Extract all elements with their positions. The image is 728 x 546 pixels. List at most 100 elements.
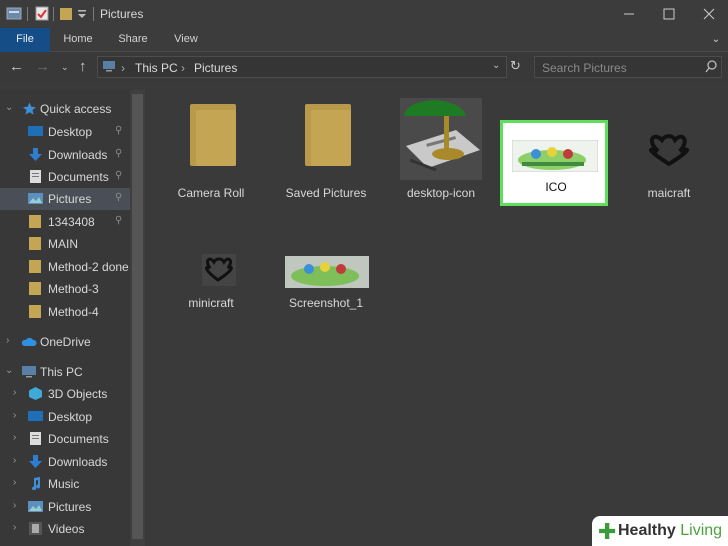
folder-front xyxy=(311,110,351,166)
star-icon xyxy=(22,102,37,115)
address-box[interactable]: › This PC › Pictures ⌄ xyxy=(97,56,507,78)
back-arrow-icon[interactable]: ← xyxy=(9,58,24,75)
scrollbar-thumb[interactable] xyxy=(132,94,143,539)
close-button[interactable] xyxy=(686,0,728,28)
file-item-saved-pictures[interactable]: Saved Pictures xyxy=(271,96,381,216)
nav-this-pc[interactable]: ⌄ This PC xyxy=(0,361,130,383)
file-name: ICO xyxy=(545,180,567,194)
up-arrow-icon[interactable]: ↑ xyxy=(79,58,87,75)
collapse-chevron-icon[interactable]: ⌄ xyxy=(5,102,13,113)
nav-label: Method-2 done xyxy=(48,260,129,274)
documents-icon xyxy=(28,170,43,183)
pin-icon: ⚲ xyxy=(115,148,123,159)
navigation-scrollbar[interactable] xyxy=(130,90,145,546)
navigation-pane: ⌄ Quick access Desktop ⚲ Downloads ⚲ Doc… xyxy=(0,90,146,546)
expand-ribbon-icon[interactable]: ⌄ xyxy=(706,28,726,52)
file-item-camera-roll[interactable]: Camera Roll xyxy=(156,96,266,216)
nav-label: Desktop xyxy=(48,125,93,139)
nav-label: MAIN xyxy=(48,237,78,251)
music-note-icon xyxy=(28,477,43,491)
folder-icon xyxy=(28,215,43,228)
file-item-screenshot-1[interactable]: Screenshot_1 xyxy=(271,206,381,326)
expand-chevron-icon[interactable]: › xyxy=(13,522,16,533)
nav-pc-downloads[interactable]: › Downloads xyxy=(0,451,130,473)
nav-label: Pictures xyxy=(48,192,92,206)
brand-name: Healthy Living xyxy=(618,522,722,540)
pictures-icon xyxy=(28,500,43,513)
heart-outline-image xyxy=(624,96,714,186)
nav-pc-music[interactable]: › Music xyxy=(0,473,130,495)
desktop-icon xyxy=(28,410,43,423)
nav-label: Method-4 xyxy=(48,305,99,319)
file-item-maicraft[interactable]: maicraft xyxy=(614,96,724,216)
folder-icon xyxy=(28,260,43,273)
nav-label: Quick access xyxy=(40,102,112,116)
nav-pc-videos[interactable]: › Videos xyxy=(0,518,130,540)
address-dropdown-icon[interactable]: ⌄ xyxy=(492,60,500,71)
nav-downloads[interactable]: Downloads ⚲ xyxy=(0,144,130,166)
file-item-desktop-icon[interactable]: desktop-icon xyxy=(386,96,496,216)
ico-image xyxy=(511,139,599,173)
expand-chevron-icon[interactable]: › xyxy=(13,477,16,488)
breadcrumb-this-pc[interactable]: This PC xyxy=(135,61,178,75)
customize-toolbar-icon[interactable] xyxy=(76,6,92,21)
refresh-icon[interactable]: ↻ xyxy=(510,58,521,74)
nav-3d-objects[interactable]: › 3D Objects xyxy=(0,383,130,405)
nav-folder-main[interactable]: MAIN xyxy=(0,233,130,255)
nav-quick-access[interactable]: ⌄ Quick access xyxy=(0,98,130,120)
medical-cross-icon: ✚ xyxy=(598,519,617,544)
expand-chevron-icon[interactable]: › xyxy=(13,455,16,466)
tab-view[interactable]: View xyxy=(162,28,210,52)
nav-label: 3D Objects xyxy=(48,387,108,401)
nav-pc-desktop[interactable]: › Desktop xyxy=(0,406,130,428)
expand-chevron-icon[interactable]: › xyxy=(13,500,16,511)
download-arrow-icon xyxy=(28,455,43,468)
search-icon[interactable] xyxy=(705,60,717,77)
nav-pictures[interactable]: Pictures ⚲ xyxy=(0,188,130,210)
monitor-icon xyxy=(21,365,36,378)
forward-arrow-icon[interactable]: → xyxy=(35,58,50,75)
breadcrumb-separator[interactable]: › xyxy=(121,61,125,75)
breadcrumb-separator[interactable]: › xyxy=(181,61,185,75)
3d-objects-icon xyxy=(28,387,43,400)
file-name: maicraft xyxy=(647,186,691,200)
folder-icon xyxy=(28,237,43,250)
breadcrumb-pictures[interactable]: Pictures xyxy=(194,61,237,75)
nav-folder-method-3[interactable]: Method-3 xyxy=(0,278,130,300)
collapse-chevron-icon[interactable]: ⌄ xyxy=(5,365,13,376)
nav-label: Videos xyxy=(48,522,85,536)
nav-onedrive[interactable]: › OneDrive xyxy=(0,331,130,353)
nav-label: Documents xyxy=(48,170,109,184)
nav-documents[interactable]: Documents ⚲ xyxy=(0,166,130,188)
file-item-minicraft[interactable]: minicraft xyxy=(156,206,266,326)
file-item-ico[interactable]: ICO xyxy=(500,120,616,242)
nav-folder-1343408[interactable]: 1343408 ⚲ xyxy=(0,211,130,233)
tab-share[interactable]: Share xyxy=(108,28,158,52)
tab-file[interactable]: File xyxy=(0,28,50,52)
expand-chevron-icon[interactable]: › xyxy=(13,432,16,443)
nav-folder-method-4[interactable]: Method-4 xyxy=(0,301,130,323)
expand-chevron-icon[interactable]: › xyxy=(13,387,16,398)
nav-pc-documents[interactable]: › Documents xyxy=(0,428,130,450)
expand-chevron-icon[interactable]: › xyxy=(6,335,9,346)
file-view: Camera Roll Saved Pictures desktop-icon xyxy=(146,90,728,546)
separator xyxy=(93,7,94,21)
nav-desktop[interactable]: Desktop ⚲ xyxy=(0,121,130,143)
nav-label: Downloads xyxy=(48,455,108,469)
nav-label: 1343408 xyxy=(48,215,95,229)
recent-locations-icon[interactable]: ⌄ xyxy=(61,62,69,73)
nav-pc-pictures[interactable]: › Pictures xyxy=(0,496,130,518)
file-name: desktop-icon xyxy=(406,186,476,200)
new-folder-icon[interactable] xyxy=(58,6,74,21)
expand-chevron-icon[interactable]: › xyxy=(13,410,16,421)
nav-folder-method-2-done[interactable]: Method-2 done xyxy=(0,256,130,278)
this-pc-monitor-icon xyxy=(102,60,116,75)
folder-front xyxy=(196,110,236,166)
file-name: Screenshot_1 xyxy=(288,296,364,310)
search-input[interactable]: Search Pictures xyxy=(534,56,722,78)
brand-watermark: ✚ Healthy Living xyxy=(592,516,728,546)
properties-icon[interactable] xyxy=(34,6,50,21)
documents-icon xyxy=(28,432,43,445)
tab-home[interactable]: Home xyxy=(52,28,104,52)
nav-label: Pictures xyxy=(48,500,92,514)
